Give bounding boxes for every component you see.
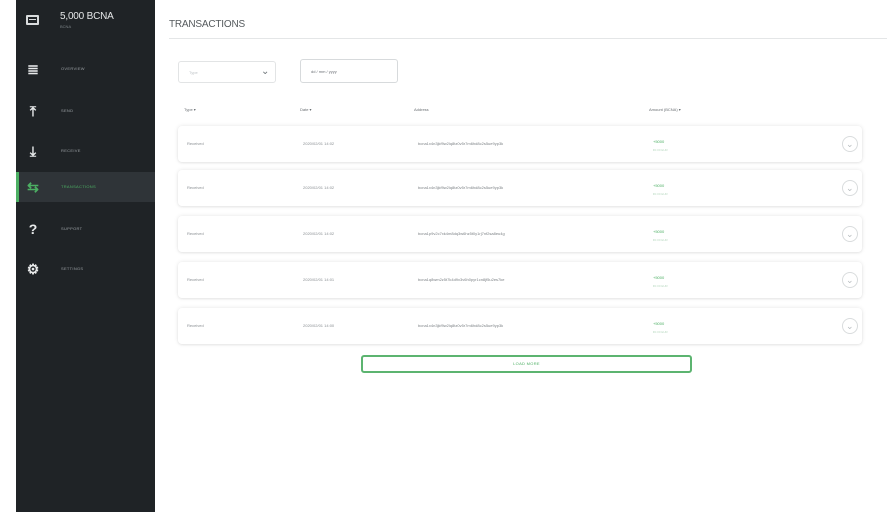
tx-amount: +5000 <box>653 139 665 144</box>
expand-button[interactable]: ⌄ <box>842 136 858 152</box>
tx-amount: +5000 <box>653 229 665 234</box>
type-filter-select[interactable]: Type ⌄ <box>178 61 276 83</box>
tx-address: bcna1x4n3jkf9w2lq8tz0v5r7m6hd8c2s5ue9yp3… <box>418 185 504 190</box>
chevron-down-icon: ⌄ <box>846 275 854 285</box>
column-header-address: Address <box>414 107 429 112</box>
tx-address: bcna1x4n3jkf9w2lq8tz0v5r7m6hd8c2s5ue9yp3… <box>418 141 504 146</box>
tx-amount: +5000 <box>653 275 665 280</box>
sidebar-item-label: Support <box>61 226 83 231</box>
settings-icon: ⚙ <box>26 261 40 277</box>
transaction-row[interactable]: Received 2020/02/01 14:02 bcna1x4n3jkf9w… <box>178 170 862 206</box>
balance-header: 5,000 BCNA BCNA <box>16 0 155 40</box>
chevron-down-icon: ⌄ <box>846 321 854 331</box>
transaction-row[interactable]: Received 2020/02/01 14:01 bcna1q8wm2z5t7… <box>178 262 862 298</box>
load-more-label: Load more <box>513 361 540 366</box>
transaction-row[interactable]: Received 2020/02/01 14:00 bcna1x4n3jkf9w… <box>178 308 862 344</box>
chevron-down-icon: ⌄ <box>846 229 854 239</box>
receive-icon: ⤓ <box>29 143 37 159</box>
chevron-down-icon: ⌄ <box>846 183 854 193</box>
tx-date: 2020/02/01 14:01 <box>303 277 335 282</box>
tx-fiat-amount: €0.00 EUR <box>653 192 668 196</box>
tx-fiat-amount: €0.00 EUR <box>653 284 668 288</box>
tx-type: Received <box>187 141 204 146</box>
tx-address: bcna1q8wm2z5t7k4d9x3v6h0pyr1cn8jf5u2es7k… <box>418 277 505 282</box>
sidebar-item-label: Send <box>61 108 74 113</box>
sidebar-item-transactions[interactable]: ⇆ Transactions <box>16 172 155 202</box>
sidebar-item-label: Settings <box>61 266 84 271</box>
tx-date: 2020/02/01 14:02 <box>303 231 335 236</box>
transaction-row[interactable]: Received 2020/02/01 14:02 bcna1x4n3jkf9w… <box>178 126 862 162</box>
transaction-row[interactable]: Received 2020/02/01 14:02 bcna1p9v2c7xk4… <box>178 216 862 252</box>
main-content: TRANSACTIONS Type ⌄ dd / mm / yyyy Type … <box>155 0 892 512</box>
balance-amount: 5,000 BCNA <box>60 11 114 22</box>
tx-amount: +5000 <box>653 183 665 188</box>
tx-address: bcna1p9v2c7xk4m8dq3w6hz5t0y1rj7nf2sa8eu4… <box>418 231 505 236</box>
tx-type: Received <box>187 185 204 190</box>
expand-button[interactable]: ⌄ <box>842 180 858 196</box>
page-title: TRANSACTIONS <box>169 19 245 30</box>
wallet-icon <box>26 15 39 25</box>
sidebar-item-label: Transactions <box>61 184 96 189</box>
tx-fiat-amount: €0.00 EUR <box>653 148 668 152</box>
tx-address: bcna1x4n3jkf9w2lq8tz0v5r7m6hd8c2s5ue9yp3… <box>418 323 504 328</box>
sidebar-item-label: Overview <box>61 66 85 71</box>
overview-icon: ≣ <box>27 61 39 77</box>
tx-type: Received <box>187 231 204 236</box>
date-filter-input[interactable]: dd / mm / yyyy <box>300 59 398 83</box>
sidebar: 5,000 BCNA BCNA ≣ Overview ⤒ Send ⤓ Rece… <box>16 0 155 512</box>
support-icon: ? <box>28 221 38 237</box>
column-header-amount[interactable]: Amount (BCNA) ▾ <box>649 107 681 112</box>
sidebar-item-send[interactable]: ⤒ Send <box>16 96 155 126</box>
sidebar-item-settings[interactable]: ⚙ Settings <box>16 254 155 284</box>
tx-amount: +5000 <box>653 321 665 326</box>
expand-button[interactable]: ⌄ <box>842 226 858 242</box>
sidebar-item-support[interactable]: ? Support <box>16 214 155 244</box>
sidebar-item-overview[interactable]: ≣ Overview <box>16 54 155 84</box>
send-icon: ⤒ <box>29 103 37 119</box>
balance-unit: BCNA <box>60 24 72 29</box>
sidebar-item-label: Receive <box>61 148 81 153</box>
column-header-date[interactable]: Date ▾ <box>300 107 312 112</box>
type-filter-value: Type <box>189 70 198 75</box>
chevron-down-icon: ⌄ <box>846 139 854 149</box>
transactions-icon: ⇆ <box>27 179 39 195</box>
expand-button[interactable]: ⌄ <box>842 272 858 288</box>
column-header-type[interactable]: Type ▾ <box>184 107 196 112</box>
chevron-down-icon: ⌄ <box>261 66 270 77</box>
tx-fiat-amount: €0.00 EUR <box>653 330 668 334</box>
tx-fiat-amount: €0.00 EUR <box>653 238 668 242</box>
tx-date: 2020/02/01 14:02 <box>303 185 335 190</box>
expand-button[interactable]: ⌄ <box>842 318 858 334</box>
tx-date: 2020/02/01 14:02 <box>303 141 335 146</box>
divider <box>169 38 887 39</box>
tx-type: Received <box>187 277 204 282</box>
sidebar-item-receive[interactable]: ⤓ Receive <box>16 136 155 166</box>
tx-date: 2020/02/01 14:00 <box>303 323 335 328</box>
tx-type: Received <box>187 323 204 328</box>
date-filter-value: dd / mm / yyyy <box>311 69 337 74</box>
load-more-button[interactable]: Load more <box>361 355 692 373</box>
